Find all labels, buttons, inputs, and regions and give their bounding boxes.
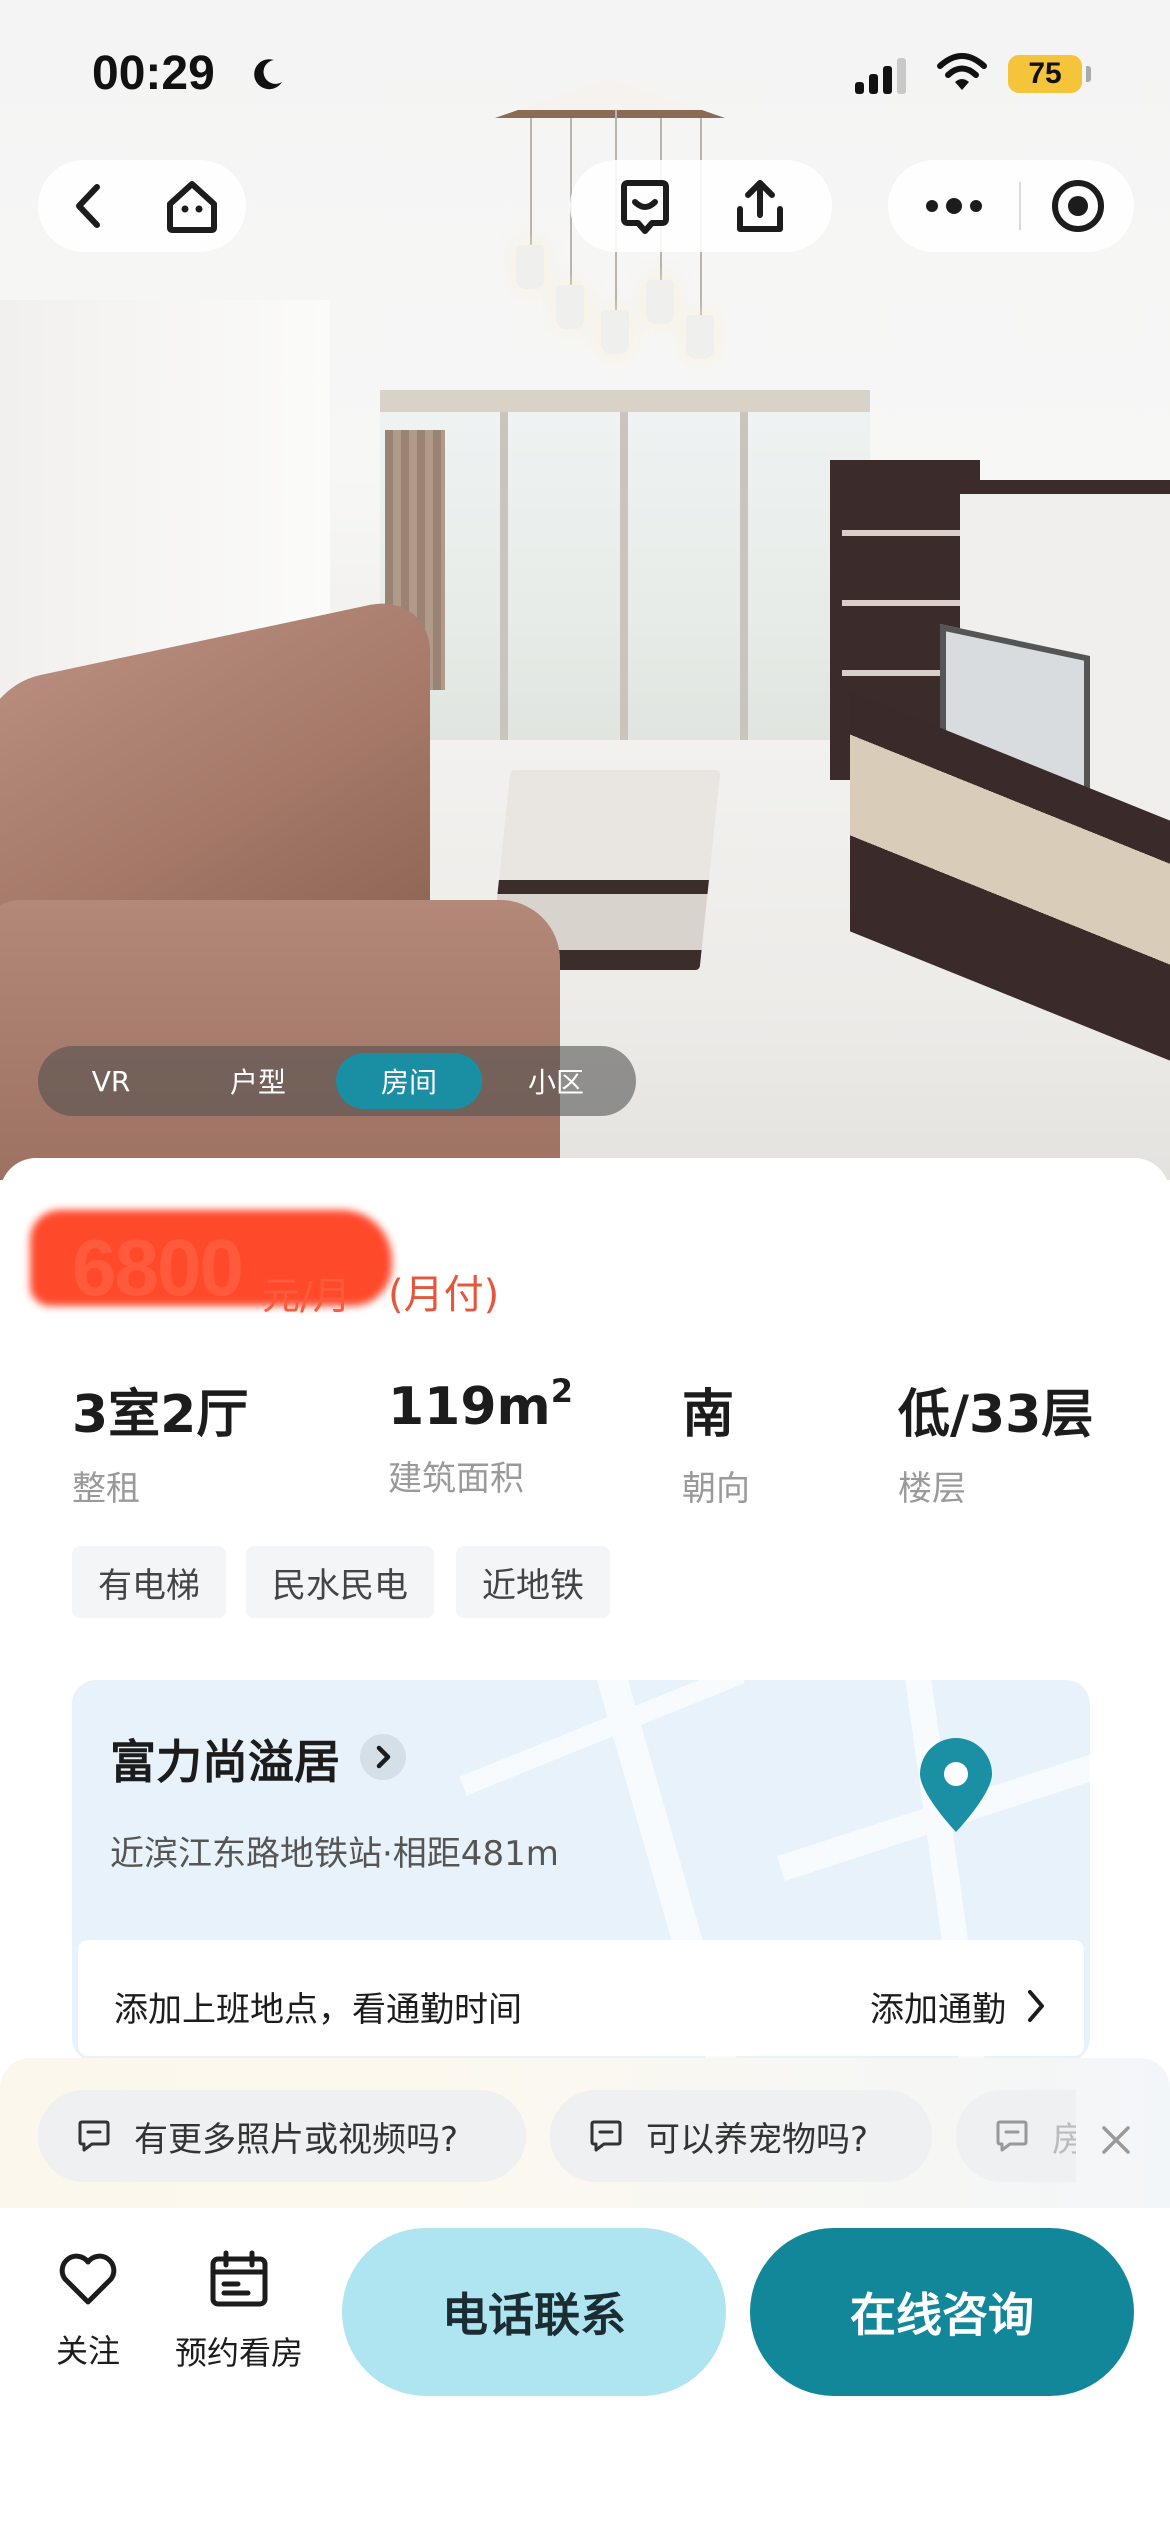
battery-indicator: 75 (1008, 55, 1082, 93)
spec-orientation: 南 朝向 (682, 1372, 750, 1510)
nav-mid-capsule (570, 160, 832, 252)
message-icon (621, 180, 669, 234)
spec-label: 建筑面积 (388, 1459, 524, 1499)
media-tabs: VR 户型 房间 小区 (38, 1046, 636, 1116)
chat-bubble-icon (78, 2120, 110, 2152)
tab-rooms[interactable]: 房间 (336, 1053, 482, 1109)
follow-label: 关注 (55, 2332, 120, 2370)
rent-price-unit: 元/月 (262, 1274, 351, 1318)
chat-bubble-icon (590, 2120, 622, 2152)
cellular-signal-icon (855, 58, 909, 94)
spec-label: 朝向 (682, 1469, 750, 1509)
spec-value: 南 (682, 1385, 735, 1445)
feature-tag: 民水民电 (246, 1546, 434, 1618)
status-time: 00:29 (92, 47, 215, 100)
location-pin-icon (920, 1738, 992, 1832)
spec-value: 3室2厅 (72, 1385, 249, 1445)
question-text: 房 (1052, 2119, 1076, 2160)
payment-method: (月付) (388, 1272, 500, 1318)
question-chip[interactable]: 房 (956, 2090, 1076, 2182)
rent-price: 6800 (72, 1223, 244, 1312)
schedule-label: 预约看房 (174, 2334, 303, 2372)
spec-floor: 低/33层 楼层 (898, 1372, 1093, 1510)
back-button[interactable] (38, 160, 138, 252)
photo-sofa-seat (0, 900, 560, 1180)
miniprogram-capsule (888, 160, 1134, 252)
calendar-icon (210, 2250, 268, 2307)
wifi-icon (937, 53, 987, 90)
question-text: 有更多照片或视频吗? (134, 2119, 459, 2160)
share-button[interactable] (705, 160, 815, 252)
close-miniprogram-button[interactable] (1021, 160, 1134, 252)
heart-icon (59, 2253, 117, 2305)
spec-layout: 3室2厅 整租 (72, 1372, 248, 1510)
question-text: 可以养宠物吗? (646, 2119, 869, 2160)
close-icon[interactable] (1096, 2120, 1136, 2160)
schedule-viewing-button[interactable]: 预约看房 (168, 2250, 310, 2374)
community-name[interactable]: 富力尚溢居 (110, 1726, 340, 1792)
tab-vr[interactable]: VR (38, 1053, 184, 1109)
chat-bubble-icon (996, 2120, 1028, 2152)
nav-left-capsule (38, 160, 246, 252)
battery-tip (1086, 66, 1091, 82)
subway-distance: 近滨江东路地铁站·相距481m (110, 1834, 559, 1874)
spec-label: 楼层 (898, 1469, 966, 1509)
feature-tag: 近地铁 (456, 1546, 610, 1618)
tab-community[interactable]: 小区 (483, 1053, 629, 1109)
commute-hint: 添加上班地点，看通勤时间 (114, 1990, 522, 2030)
question-chip[interactable]: 有更多照片或视频吗? (38, 2090, 526, 2182)
online-consult-button[interactable]: 在线咨询 (750, 2228, 1134, 2396)
back-chevron-icon (76, 184, 100, 228)
spec-label: 整租 (72, 1469, 140, 1509)
more-button[interactable] (888, 160, 1019, 252)
add-commute-link[interactable]: 添加通勤 (870, 1982, 1006, 2031)
follow-button[interactable]: 关注 (40, 2250, 136, 2372)
question-chip[interactable]: 可以养宠物吗? (550, 2090, 932, 2182)
feature-tag: 有电梯 (72, 1546, 226, 1618)
record-circle-icon (1051, 180, 1104, 232)
share-icon (737, 180, 783, 232)
spec-area: 119m2 建筑面积 (388, 1372, 573, 1500)
community-chevron-icon[interactable] (360, 1734, 406, 1780)
tab-floorplan[interactable]: 户型 (185, 1053, 331, 1109)
photo-window (380, 390, 870, 750)
phone-contact-button[interactable]: 电话联系 (342, 2228, 726, 2396)
message-button[interactable] (590, 160, 700, 252)
more-dots-icon (925, 198, 982, 214)
photo-ceiling-lamp (495, 78, 725, 118)
home-button[interactable] (138, 160, 246, 252)
spec-value: 119m2 (388, 1372, 573, 1437)
spec-value: 低/33层 (898, 1385, 1094, 1445)
chevron-right-icon (1028, 1990, 1044, 2022)
moon-icon (254, 59, 282, 90)
home-icon (167, 181, 217, 233)
